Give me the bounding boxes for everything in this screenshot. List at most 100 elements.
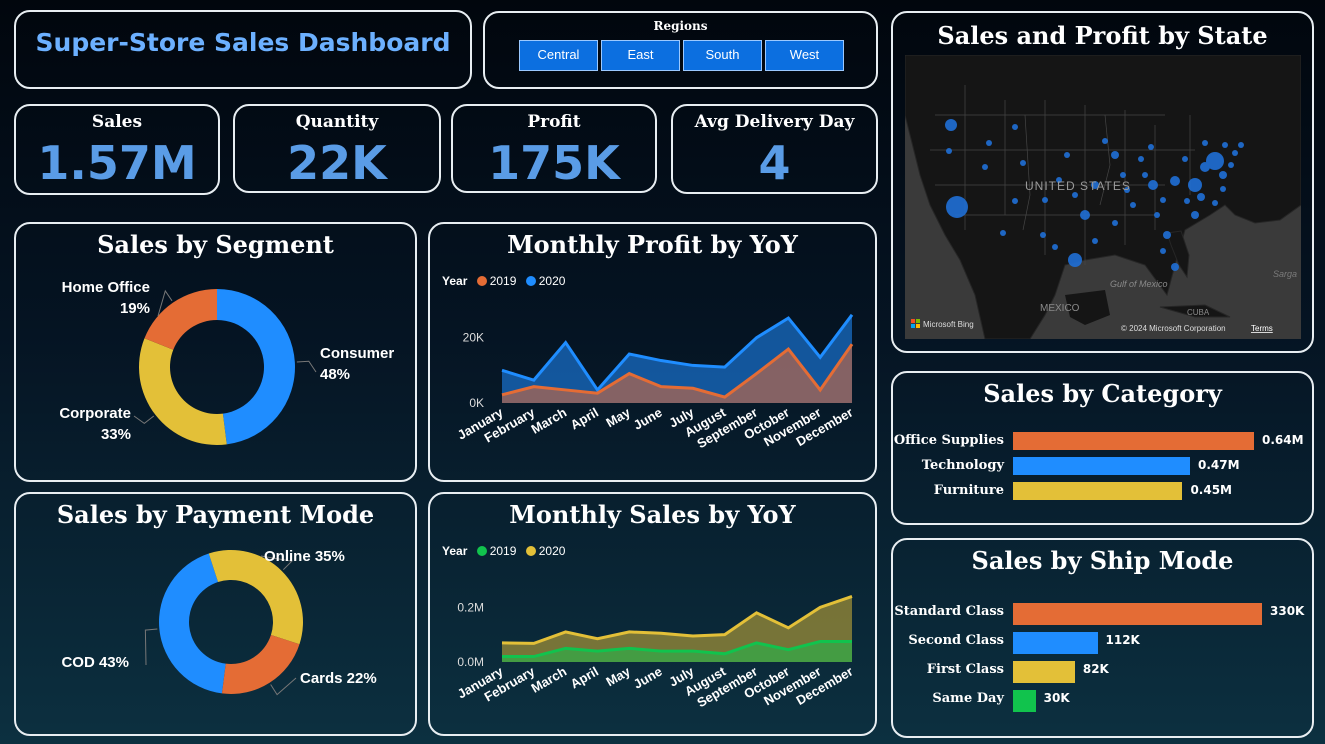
kpi-profit-value: 175K xyxy=(488,136,620,190)
donut-label: Corporate xyxy=(59,405,131,422)
bar-office-supplies[interactable] xyxy=(1013,432,1254,450)
donut-label: COD 43% xyxy=(61,654,129,671)
legend-dot-2019 xyxy=(476,276,487,286)
bar-furniture[interactable] xyxy=(1013,482,1183,500)
map-card: Sales and Profit by State UNITED STATES … xyxy=(891,11,1314,353)
bar-label: Same Day xyxy=(932,691,1004,706)
segment-card: Sales by Segment Consumer 48% Corporate 33%… xyxy=(14,222,417,482)
map-country-label: UNITED STATES xyxy=(1025,179,1131,193)
x-tick-label: May xyxy=(603,404,633,430)
sales-legend-title: Year xyxy=(442,544,468,558)
donut-slice-home-office[interactable] xyxy=(144,289,217,350)
bar-first-class[interactable] xyxy=(1013,661,1075,683)
kpi-sales-label: Sales xyxy=(91,112,143,132)
x-tick-label: June xyxy=(631,405,665,433)
map-copyright: © 2024 Microsoft Corporation xyxy=(1121,324,1226,333)
bar-value: 30K xyxy=(1043,691,1070,705)
donut-label: 48% xyxy=(320,366,350,383)
legend-dot-2019 xyxy=(476,546,487,556)
regions-label: Regions xyxy=(653,19,708,33)
us-map[interactable]: UNITED STATES Gulf of Mexico MEXICO CUBA… xyxy=(905,55,1301,339)
leader-line xyxy=(270,677,297,696)
map-terms-link[interactable]: Terms xyxy=(1251,324,1273,333)
sales-title: Monthly Sales by YoY xyxy=(509,500,796,529)
legend-dot-2020 xyxy=(525,546,536,556)
bar-label: Technology xyxy=(921,458,1004,473)
bar-label: Furniture xyxy=(933,483,1004,498)
sales-legend-2020: 2020 xyxy=(538,544,566,558)
region-button-east[interactable]: East xyxy=(601,40,680,71)
bar-same-day[interactable] xyxy=(1013,690,1036,712)
x-tick-label: April xyxy=(568,405,601,433)
x-tick-label: June xyxy=(631,664,665,692)
y-tick-label: 0.0M xyxy=(457,655,484,669)
donut-label: Consumer xyxy=(320,345,394,362)
donut-label: 33% xyxy=(101,426,131,443)
map-title: Sales and Profit by State xyxy=(937,21,1268,50)
sales-area-chart: 0.0M0.2MJanuaryFebruaryMarchApril MayJune… xyxy=(455,594,856,710)
kpi-sales-card: Sales 1.57M xyxy=(14,104,220,195)
x-tick-label: March xyxy=(528,405,569,437)
category-bar-chart: Office Supplies 0.64M Technology 0.47M Furni… xyxy=(893,373,1312,523)
kpi-delivery-card: Avg Delivery Day 4 xyxy=(671,104,878,194)
payment-card: Sales by Payment Mode COD 43% Online 35% C… xyxy=(14,492,417,736)
kpi-delivery-value: 4 xyxy=(758,136,791,190)
map-gulf-label: Gulf of Mexico xyxy=(1110,279,1168,289)
profit-title: Monthly Profit by YoY xyxy=(507,230,798,259)
y-tick-label: 20K xyxy=(463,331,484,345)
segment-donut-chart: Consumer 48% Corporate 33% Home Office 19% xyxy=(59,279,394,445)
x-tick-label: May xyxy=(603,663,633,689)
region-button-south[interactable]: South xyxy=(683,40,762,71)
bar-value: 330K xyxy=(1270,604,1305,618)
regions-slicer: Regions Central East South West xyxy=(483,11,878,89)
x-tick-label: March xyxy=(528,664,569,696)
bar-value: 0.64M xyxy=(1262,433,1304,447)
bar-value: 82K xyxy=(1082,662,1109,676)
donut-label: Home Office xyxy=(62,279,150,296)
map-sargasso-label: Sarga xyxy=(1273,269,1297,279)
kpi-sales-value: 1.57M xyxy=(37,136,197,190)
profit-legend-title: Year xyxy=(442,274,468,288)
shipmode-card: Sales by Ship Mode Standard Class 330K Sec… xyxy=(891,538,1314,738)
donut-label: Online 35% xyxy=(264,548,345,565)
bar-second-class[interactable] xyxy=(1013,632,1098,654)
payment-donut-chart: COD 43% Online 35% Cards 22% xyxy=(61,548,377,696)
sales-legend: Year 2019 2020 xyxy=(442,544,565,558)
kpi-delivery-label: Avg Delivery Day xyxy=(694,112,855,132)
donut-label: 19% xyxy=(120,300,150,317)
bar-technology[interactable] xyxy=(1013,457,1190,475)
region-button-central[interactable]: Central xyxy=(519,40,598,71)
bar-label: First Class xyxy=(926,662,1004,677)
segment-title: Sales by Segment xyxy=(97,230,334,259)
donut-slice-consumer[interactable] xyxy=(217,289,296,445)
map-bing-label: Microsoft Bing xyxy=(923,320,974,329)
sales-card: Monthly Sales by YoY Year 2019 2020 0.0M… xyxy=(428,492,877,736)
leader-line xyxy=(133,415,155,425)
bar-standard-class[interactable] xyxy=(1013,603,1262,625)
leader-line xyxy=(296,360,317,373)
x-tick-label: April xyxy=(568,664,601,692)
bar-value: 112K xyxy=(1105,633,1140,647)
kpi-quantity-value: 22K xyxy=(287,136,387,190)
donut-slice-corporate[interactable] xyxy=(139,338,227,445)
bar-label: Office Supplies xyxy=(893,433,1004,448)
bar-label: Standard Class xyxy=(894,604,1004,619)
profit-legend: Year 2019 2020 xyxy=(442,274,565,288)
region-button-west[interactable]: West xyxy=(765,40,844,71)
title-card: Super-Store Sales Dashboard xyxy=(14,10,472,89)
bar-value: 0.47M xyxy=(1197,458,1240,472)
category-card: Sales by Category Office Supplies 0.64M Te… xyxy=(891,371,1314,525)
profit-area-chart: 0K20KJanuaryFebruaryMarchApril MayJune Jul… xyxy=(455,313,856,451)
y-tick-label: 0.2M xyxy=(457,600,484,614)
kpi-profit-card: Profit 175K xyxy=(451,104,657,193)
donut-label: Cards 22% xyxy=(300,670,377,687)
profit-legend-2020: 2020 xyxy=(538,274,566,288)
kpi-profit-label: Profit xyxy=(527,112,581,132)
profit-card: Monthly Profit by YoY Year 2019 2020 0K 2… xyxy=(428,222,877,482)
leader-line xyxy=(144,628,158,666)
bar-value: 0.45M xyxy=(1190,483,1233,497)
bar-label: Second Class xyxy=(908,633,1004,648)
profit-legend-2019: 2019 xyxy=(489,274,517,288)
kpi-quantity-card: Quantity 22K xyxy=(233,104,441,193)
legend-dot-2020 xyxy=(525,276,536,286)
